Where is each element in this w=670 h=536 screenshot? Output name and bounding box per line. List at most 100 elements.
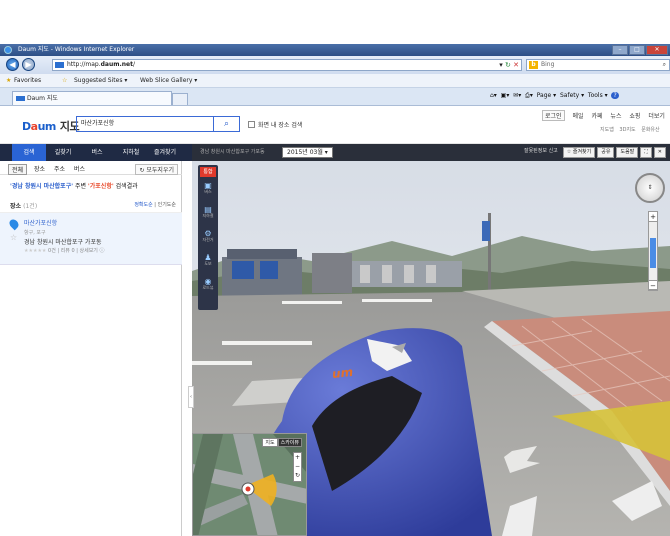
suggested-sites-link[interactable]: Suggested Sites ▾	[74, 74, 127, 88]
place-address: 경남 창원시 마산합포구 가포동	[24, 239, 102, 246]
sort-accuracy[interactable]: 정확도순	[134, 202, 152, 208]
side-bike-label: 자전거	[202, 237, 214, 242]
forward-button[interactable]: ▶	[22, 58, 35, 71]
side-bike-button[interactable]: ⚙ 자전거	[200, 229, 216, 251]
top-link-shopping[interactable]: 쇼핑	[629, 113, 640, 120]
close-window-button[interactable]: ✕	[646, 45, 668, 55]
logo-d: D	[22, 120, 31, 133]
tab-bus[interactable]: 버스	[80, 144, 114, 161]
favorites-star-icon: ★	[6, 77, 12, 84]
result-filters: 전체 장소 주소 버스 ↻ 모두지우기	[0, 161, 182, 175]
search-provider: Bing	[541, 61, 555, 68]
list-item[interactable]: ☆ 마산가포신항 항구, 포구 경남 창원시 마산합포구 가포동 ★★★★★ 0…	[0, 213, 182, 265]
roadview-date-select[interactable]: 2015년 03월 ▾	[282, 147, 333, 158]
minimap-tab-skyview[interactable]: 스카이뷰	[277, 438, 302, 447]
favorites-button[interactable]: Favorites	[14, 74, 41, 88]
roadview-panorama[interactable]: um 통합 ▣버스 ▤지하철 ⚙자전거 ♟도보 ◉로드뷰 ⇕ + −	[192, 161, 670, 536]
help-icon[interactable]: ?	[611, 92, 619, 99]
url-prefix: http://map.	[67, 61, 101, 68]
side-roadview-button[interactable]: ◉ 로드뷰	[200, 277, 216, 299]
share-button[interactable]: 공유	[597, 147, 615, 158]
browser-window: Daum 지도 - Windows Internet Explorer – □ …	[0, 44, 670, 536]
reset-all-button[interactable]: ↻ 모두지우기	[135, 164, 178, 175]
map-pin-icon	[7, 217, 21, 231]
web-slice-gallery-link[interactable]: Web Slice Gallery ▾	[140, 74, 197, 88]
maximize-button[interactable]: □	[629, 45, 645, 55]
sub-link-heritage[interactable]: 문화유산	[641, 127, 659, 133]
place-name-link[interactable]: 마산가포신항	[24, 218, 57, 227]
favorite-button[interactable]: ☆ 즐겨찾기	[562, 147, 596, 158]
top-link-mail[interactable]: 메일	[572, 113, 583, 120]
side-bus-button[interactable]: ▣ 버스	[200, 181, 216, 203]
minimap-zoom[interactable]: + − ↻	[293, 452, 302, 482]
mini-map[interactable]: 지도 스카이뷰 + − ↻	[192, 433, 307, 536]
print-icon[interactable]: ⎙▾	[525, 92, 533, 99]
search-icon[interactable]: ⌕	[663, 60, 666, 70]
minimize-button[interactable]: –	[612, 45, 628, 55]
tab-subway[interactable]: 지하철	[114, 144, 148, 161]
tab-favorites[interactable]: 즐겨찾기	[148, 144, 182, 161]
side-subway-label: 지하철	[202, 213, 214, 218]
favicon-icon	[55, 62, 64, 68]
magnifier-icon: ⌕	[223, 119, 230, 129]
filter-address[interactable]: 주소	[54, 164, 65, 173]
collapse-panel-button[interactable]: ‹	[188, 386, 194, 408]
sort-popularity[interactable]: 인기도순	[158, 202, 176, 208]
sub-link-3d[interactable]: 3D지도	[619, 127, 635, 133]
top-link-news[interactable]: 뉴스	[610, 113, 621, 120]
add-favorite-icon[interactable]: ☆	[62, 74, 67, 88]
rating-text: 0건 | 리뷰 0 | 상세보기 ⓘ	[48, 248, 105, 254]
in-view-search-checkbox[interactable]	[248, 121, 255, 128]
side-walk-button[interactable]: ♟ 도보	[200, 253, 216, 275]
tab-directions[interactable]: 길찾기	[46, 144, 80, 161]
mail-icon[interactable]: ✉▾	[513, 92, 521, 99]
sub-link-app[interactable]: 지도앱	[600, 127, 614, 133]
login-button[interactable]: 로그인	[542, 110, 565, 121]
side-subway-button[interactable]: ▤ 지하철	[200, 205, 216, 227]
report-error-link[interactable]: 잘못된정보 신고	[521, 147, 561, 158]
minimap-zoom-out[interactable]: −	[295, 463, 300, 470]
minimap-tab-map[interactable]: 지도	[262, 438, 278, 447]
zoom-in-button[interactable]: +	[649, 212, 657, 222]
search-box[interactable]: b Bing ⌕	[526, 59, 670, 71]
safety-menu[interactable]: Safety ▾	[560, 92, 584, 99]
back-button[interactable]: ◀	[6, 58, 19, 71]
compass-control[interactable]: ⇕	[635, 173, 665, 203]
top-links: 로그인 메일 카페 뉴스 쇼핑 더보기	[542, 110, 670, 121]
new-tab-button[interactable]	[172, 93, 188, 105]
zoom-slider[interactable]: + −	[648, 211, 658, 291]
filter-place[interactable]: 장소	[34, 164, 45, 173]
address-bar[interactable]: http://map.daum.net/ ▾ ↻ ✕	[52, 59, 522, 71]
help-button[interactable]: 도움말	[616, 147, 639, 158]
top-link-cafe[interactable]: 카페	[591, 113, 602, 120]
fullscreen-icon[interactable]: ⛶	[640, 147, 652, 158]
tools-menu[interactable]: Tools ▾	[588, 92, 608, 99]
refresh-icon[interactable]: ↻	[505, 61, 511, 69]
tab-search[interactable]: 검색	[12, 144, 46, 161]
place-rating: ★★★★★ 0건 | 리뷰 0 | 상세보기 ⓘ	[24, 247, 104, 254]
in-view-search-label: 화면 내 장소 검색	[258, 122, 303, 129]
home-icon[interactable]: ⌂▾	[490, 92, 497, 99]
map-search-input[interactable]: 마산가포신항	[76, 116, 214, 132]
side-all-button[interactable]: 통합	[200, 167, 216, 177]
filter-bus[interactable]: 버스	[74, 164, 85, 173]
bing-icon: b	[529, 61, 538, 69]
side-bus-label: 버스	[204, 189, 212, 194]
window-title: Daum 지도 - Windows Internet Explorer	[18, 46, 135, 53]
minimap-zoom-in[interactable]: +	[295, 454, 300, 461]
address-tools[interactable]: ▾ ↻ ✕	[499, 60, 519, 70]
filter-all[interactable]: 전체	[8, 164, 28, 175]
zoom-level-bar[interactable]	[650, 238, 656, 268]
browser-tab[interactable]: Daum 지도	[12, 91, 172, 105]
stop-icon[interactable]: ✕	[513, 61, 519, 69]
search-button[interactable]: ⌕	[214, 116, 240, 132]
feeds-icon[interactable]: ▣▾	[501, 92, 510, 99]
favorite-star-icon[interactable]: ☆	[10, 233, 17, 242]
page-menu[interactable]: Page ▾	[537, 92, 556, 99]
compass-icon: ⇕	[647, 184, 653, 191]
close-icon[interactable]: ✕	[653, 147, 666, 158]
zoom-out-button[interactable]: −	[649, 280, 657, 290]
minimap-reset-icon[interactable]: ↻	[295, 472, 300, 479]
daum-logo[interactable]: Daum 지도	[22, 118, 80, 134]
top-link-more[interactable]: 더보기	[648, 113, 665, 120]
